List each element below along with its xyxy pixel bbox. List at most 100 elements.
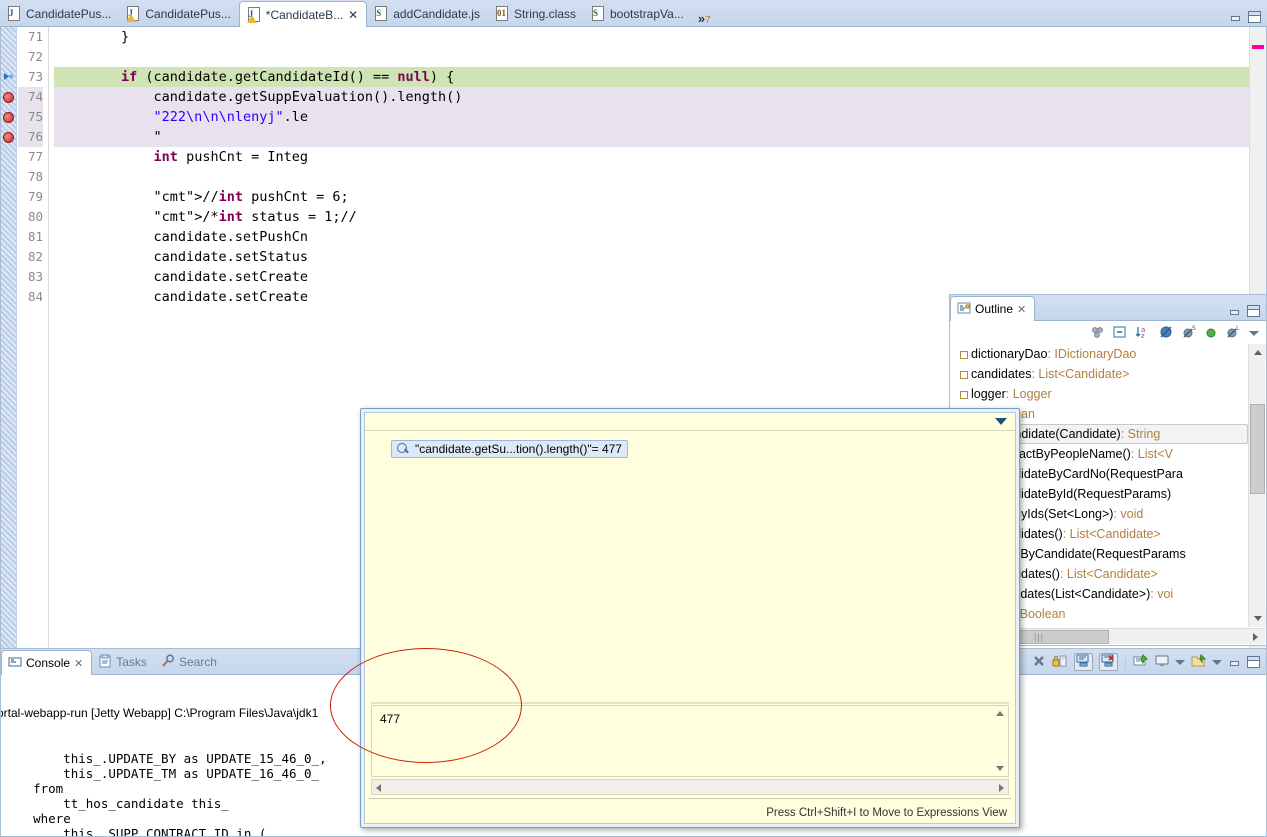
breakpoint-icon[interactable] <box>3 92 14 103</box>
open-console-dropdown-icon[interactable] <box>1212 659 1222 665</box>
tab-outline[interactable]: Outline ✕ <box>950 296 1036 321</box>
scroll-up-icon[interactable] <box>1249 344 1266 361</box>
line-number: 78 <box>27 169 43 184</box>
outline-item-type: : Boolean <box>1012 607 1066 621</box>
code-line[interactable]: } <box>54 27 1249 47</box>
view-menu-icon[interactable] <box>1249 330 1259 336</box>
outline-item-name: dictionaryDao <box>971 347 1048 361</box>
editor-tab[interactable]: J CandidatePus... <box>119 1 238 26</box>
inspect-expression-chip[interactable]: "candidate.getSu...tion().length()"= 477 <box>391 440 628 458</box>
close-icon[interactable]: ✕ <box>74 657 83 670</box>
focus-on-active-task-icon[interactable] <box>1091 325 1105 342</box>
outline-item[interactable]: logger : Logger <box>951 384 1248 404</box>
editor-tab-label: String.class <box>513 6 576 21</box>
outline-item-type: : String <box>1120 427 1161 441</box>
code-line[interactable] <box>54 47 1249 67</box>
line-number: 80 <box>27 209 43 224</box>
outline-item-type: : IDictionaryDao <box>1047 347 1137 361</box>
hide-fields-icon[interactable] <box>1159 325 1174 342</box>
scroll-thumb[interactable] <box>1250 404 1265 494</box>
terminate-icon[interactable] <box>1033 654 1046 671</box>
editor-tabbar: J CandidatePus... J CandidatePus... J *Candid… <box>0 0 1267 27</box>
minimize-icon[interactable] <box>1228 657 1241 668</box>
inspect-popup[interactable]: "candidate.getSu...tion().length()"= 477… <box>360 408 1020 828</box>
hide-non-public-icon[interactable] <box>1205 325 1218 342</box>
console-dropdown-icon[interactable] <box>1175 659 1185 665</box>
minimize-icon[interactable] <box>1229 12 1242 23</box>
tab-console[interactable]: Console ✕ <box>1 650 93 675</box>
editor-tab[interactable]: SaddCandidate.js <box>367 1 488 26</box>
console-icon <box>8 655 22 672</box>
editor-tab-label: CandidatePus... <box>26 6 112 21</box>
code-line[interactable] <box>54 167 1249 187</box>
outline-item-type: : Logger <box>1005 387 1052 401</box>
code-line[interactable]: if (candidate.getCandidateId() == null) … <box>54 67 1249 87</box>
open-console-icon[interactable] <box>1191 653 1207 671</box>
inspect-popup-body: "candidate.getSu...tion().length()"= 477… <box>364 412 1016 824</box>
code-line[interactable]: candidate.setCreate <box>54 267 1249 287</box>
line-number: 79 <box>27 189 43 204</box>
breakpoint-icon[interactable] <box>3 112 14 123</box>
inspect-expression-label: "candidate.getSu...tion().length()"= 477 <box>415 442 622 456</box>
maximize-icon[interactable] <box>1247 305 1260 317</box>
line-number: 76 <box>18 127 43 147</box>
inspect-popup-tree[interactable]: "candidate.getSu...tion().length()"= 477 <box>365 432 1015 703</box>
code-line[interactable]: "cmt">//int pushCnt = 6; <box>54 187 1249 207</box>
inspect-detail-horizontal-scrollbar[interactable] <box>371 779 1009 795</box>
code-line[interactable]: "222\n\n\nlenyj".le <box>54 107 1249 127</box>
svg-text:z: z <box>1141 332 1145 339</box>
outline-window-controls <box>1222 305 1266 320</box>
console-toolbar: | <box>1027 653 1266 674</box>
inspect-detail-vertical-scrollbar[interactable] <box>992 707 1007 775</box>
close-icon[interactable]: ✕ <box>348 8 358 22</box>
tab-search[interactable]: Search <box>155 650 225 674</box>
tab-tasks[interactable]: Tasks <box>92 650 155 674</box>
tab-search-label: Search <box>178 655 217 669</box>
inspect-detail-pane[interactable]: 477 <box>371 705 1009 777</box>
maximize-icon[interactable] <box>1247 656 1260 668</box>
collapse-all-icon[interactable] <box>1113 325 1127 342</box>
show-console-on-error-icon[interactable] <box>1098 653 1118 671</box>
tab-overflow-icon[interactable]: » <box>698 11 705 26</box>
code-line[interactable]: candidate.getSuppEvaluation().length() <box>54 87 1249 107</box>
hide-static-icon[interactable]: S <box>1182 325 1197 342</box>
svg-text:L: L <box>1236 325 1240 332</box>
line-number: 75 <box>18 107 43 127</box>
hide-local-types-icon[interactable]: L <box>1226 325 1241 342</box>
outline-vertical-scrollbar[interactable] <box>1248 344 1266 627</box>
code-line[interactable]: "cmt">/*int status = 1;// <box>54 207 1249 227</box>
editor-tab[interactable]: SbootstrapVa... <box>584 1 692 26</box>
outline-item[interactable]: candidates : List<Candidate> <box>951 364 1248 384</box>
inspect-status-separator <box>369 798 1011 799</box>
outline-item-type: : List<Candidate> <box>1059 567 1158 581</box>
editor-tab[interactable]: 01 String.class <box>488 1 584 26</box>
chevron-down-icon[interactable] <box>995 418 1007 425</box>
display-selected-console-icon[interactable] <box>1155 654 1169 671</box>
code-line[interactable]: candidate.setStatus <box>54 247 1249 267</box>
tab-overflow-count: 7 <box>705 15 711 26</box>
code-line[interactable]: candidate.setPushCn <box>54 227 1249 247</box>
outline-item[interactable]: dictionaryDao : IDictionaryDao <box>951 344 1248 364</box>
java-file-icon: J <box>8 6 21 21</box>
code-line[interactable]: " <box>54 127 1249 147</box>
editor-tab[interactable]: J CandidatePus... <box>0 1 119 26</box>
maximize-icon[interactable] <box>1248 11 1261 23</box>
breakpoint-icon[interactable] <box>3 132 14 143</box>
js-file-icon: S <box>592 6 605 21</box>
show-console-on-output-icon[interactable] <box>1073 653 1093 671</box>
overview-marker[interactable] <box>1252 45 1264 49</box>
minimize-icon[interactable] <box>1228 306 1241 317</box>
scroll-down-icon[interactable] <box>1249 610 1266 627</box>
scroll-right-icon[interactable] <box>1248 629 1265 645</box>
outline-tabbar: Outline ✕ <box>950 295 1266 321</box>
line-number: 71 <box>27 29 43 44</box>
pin-console-icon[interactable] <box>1133 653 1149 671</box>
editor-tab[interactable]: J *CandidateB... ✕ <box>238 1 368 27</box>
close-icon[interactable]: ✕ <box>1017 303 1026 316</box>
field-icon <box>957 347 971 361</box>
editor-tab-label: CandidatePus... <box>145 6 231 21</box>
tab-tasks-label: Tasks <box>116 655 147 669</box>
sort-icon[interactable]: az <box>1135 325 1151 342</box>
code-line[interactable]: int pushCnt = Integ <box>54 147 1249 167</box>
lock-console-icon[interactable] <box>1052 654 1068 671</box>
